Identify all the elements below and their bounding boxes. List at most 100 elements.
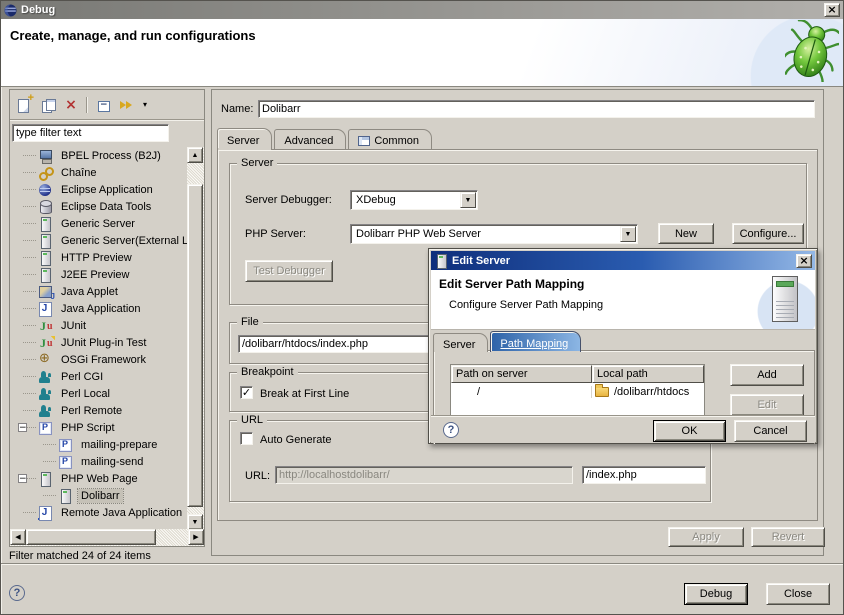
tree-item-perl-cgi[interactable]: Perl CGI bbox=[11, 368, 187, 385]
tree-item-j2ee-preview[interactable]: J2EE Preview bbox=[11, 266, 187, 283]
name-input[interactable] bbox=[258, 100, 815, 118]
new-server-button[interactable]: New bbox=[658, 223, 714, 244]
dialog-tab-path-mapping[interactable]: Path Mapping bbox=[490, 331, 581, 352]
cancel-button[interactable]: Cancel bbox=[734, 420, 807, 442]
edit-server-titlebar[interactable]: Edit Server × bbox=[431, 251, 815, 270]
server-icon bbox=[38, 217, 55, 231]
scroll-left-icon[interactable]: ◀ bbox=[10, 529, 26, 545]
dropdown-arrow-icon[interactable]: ▼ bbox=[460, 192, 476, 208]
tree-item-label: Generic Server(External La bbox=[58, 234, 187, 248]
break-first-line-label: Break at First Line bbox=[260, 388, 349, 400]
tree-item-php-web-page[interactable]: − PHP Web Page bbox=[11, 470, 187, 487]
vertical-scroll-thumb[interactable] bbox=[187, 184, 203, 507]
server-icon bbox=[38, 251, 55, 265]
filter-input[interactable] bbox=[12, 124, 169, 142]
break-first-line-checkbox[interactable]: ✓ bbox=[240, 386, 253, 399]
dialog-close-button[interactable]: × bbox=[796, 254, 812, 268]
new-configuration-icon[interactable] bbox=[16, 97, 32, 113]
dialog-help-icon[interactable]: ? bbox=[443, 422, 459, 438]
column-local-path[interactable]: Local path bbox=[592, 365, 704, 383]
tree-item-bpel-process[interactable]: BPEL Process (B2J) bbox=[11, 147, 187, 164]
perl-camel-icon bbox=[38, 370, 55, 384]
scroll-up-icon[interactable]: ▲ bbox=[187, 147, 203, 163]
edit-mapping-button[interactable]: Edit bbox=[730, 394, 804, 416]
dropdown-arrow-icon[interactable]: ▼ bbox=[620, 226, 636, 242]
scroll-down-icon[interactable]: ▼ bbox=[187, 514, 203, 530]
tree-item-junit[interactable]: JUnit bbox=[11, 317, 187, 334]
dialog-tab-path-mapping-label: Path Mapping bbox=[500, 338, 568, 350]
tab-server-label: Server bbox=[227, 135, 259, 147]
tree-item-mailing-send[interactable]: mailing-send bbox=[11, 453, 187, 470]
eclipse-logo-icon bbox=[4, 4, 17, 17]
apply-button[interactable]: Apply bbox=[668, 527, 744, 547]
tree-item-label: Dolibarr bbox=[78, 489, 123, 503]
add-mapping-button[interactable]: Add bbox=[730, 364, 804, 386]
tree-item-chaine[interactable]: Chaîne bbox=[11, 164, 187, 181]
window-titlebar[interactable]: Debug × bbox=[1, 1, 843, 19]
duplicate-configuration-icon[interactable] bbox=[40, 97, 56, 113]
table-row[interactable]: / /dolibarr/htdocs bbox=[451, 383, 704, 401]
perl-camel-icon bbox=[38, 404, 55, 418]
tree-item-generic-server[interactable]: Generic Server bbox=[11, 215, 187, 232]
revert-button[interactable]: Revert bbox=[751, 527, 825, 547]
edit-server-dialog: Edit Server × Edit Server Path Mapping C… bbox=[428, 248, 818, 444]
tree-item-php-script[interactable]: − PHP Script bbox=[11, 419, 187, 436]
server-debugger-select[interactable]: XDebug ▼ bbox=[350, 190, 478, 210]
tab-advanced-label: Advanced bbox=[284, 135, 333, 147]
php-web-server-icon bbox=[58, 489, 75, 503]
horizontal-scroll-thumb[interactable] bbox=[26, 529, 156, 545]
dialog-tab-server[interactable]: Server bbox=[433, 333, 488, 352]
tree-item-eclipse-data-tools[interactable]: Eclipse Data Tools bbox=[11, 198, 187, 215]
delete-configuration-icon[interactable]: × bbox=[64, 97, 78, 113]
filter-launch-configurations-icon[interactable] bbox=[119, 97, 135, 113]
tree-item-perl-remote[interactable]: Perl Remote bbox=[11, 402, 187, 419]
toolbar-separator bbox=[86, 97, 87, 113]
scroll-right-icon[interactable]: ▶ bbox=[188, 529, 204, 545]
tree-horizontal-scrollbar[interactable]: ◀ ▶ bbox=[10, 529, 204, 546]
tab-common[interactable]: Common bbox=[348, 129, 432, 149]
tree-item-java-application[interactable]: Java Application bbox=[11, 300, 187, 317]
tree-item-osgi-framework[interactable]: OSGi Framework bbox=[11, 351, 187, 368]
file-group-title: File bbox=[237, 316, 263, 328]
tree-item-dolibarr[interactable]: Dolibarr bbox=[11, 487, 187, 504]
server-debugger-value: XDebug bbox=[356, 194, 396, 206]
tree-item-label: BPEL Process (B2J) bbox=[58, 149, 164, 163]
tree-vertical-scrollbar[interactable]: ▲ ▼ bbox=[187, 147, 204, 530]
tab-advanced[interactable]: Advanced bbox=[274, 129, 346, 149]
check-icon: ✓ bbox=[242, 386, 251, 399]
tree-item-java-applet[interactable]: Java Applet bbox=[11, 283, 187, 300]
tab-server[interactable]: Server bbox=[217, 128, 272, 149]
tree-item-label: Java Applet bbox=[58, 285, 121, 299]
tree-item-label: Remote Java Application bbox=[58, 506, 185, 520]
filter-status-text: Filter matched 24 of 24 items bbox=[9, 550, 151, 562]
tree-item-eclipse-application[interactable]: Eclipse Application bbox=[11, 181, 187, 198]
local-path-cell: /dolibarr/htdocs bbox=[592, 386, 704, 398]
tree-item-label: JUnit bbox=[58, 319, 89, 333]
tree-item-mailing-prepare[interactable]: mailing-prepare bbox=[11, 436, 187, 453]
configure-server-button[interactable]: Configure... bbox=[732, 223, 804, 244]
column-path-on-server[interactable]: Path on server bbox=[451, 365, 592, 383]
close-button[interactable]: Close bbox=[766, 583, 830, 605]
auto-generate-checkbox[interactable] bbox=[240, 432, 253, 445]
php-server-select[interactable]: Dolibarr PHP Web Server ▼ bbox=[350, 224, 638, 244]
tree-item-generic-server-external[interactable]: Generic Server(External La bbox=[11, 232, 187, 249]
collapse-expander-icon[interactable]: − bbox=[18, 474, 27, 483]
tree-item-label: Eclipse Data Tools bbox=[58, 200, 154, 214]
collapse-all-icon[interactable] bbox=[95, 97, 111, 113]
ok-button[interactable]: OK bbox=[653, 420, 726, 442]
database-icon bbox=[38, 200, 55, 214]
debug-button[interactable]: Debug bbox=[684, 583, 748, 605]
help-icon[interactable]: ? bbox=[9, 585, 25, 601]
window-close-button[interactable]: × bbox=[824, 3, 840, 17]
url-path-input[interactable] bbox=[582, 466, 706, 484]
test-debugger-button[interactable]: Test Debugger bbox=[245, 260, 333, 282]
collapse-expander-icon[interactable]: − bbox=[18, 423, 27, 432]
tree-item-perl-local[interactable]: Perl Local bbox=[11, 385, 187, 402]
php-server-value: Dolibarr PHP Web Server bbox=[356, 228, 481, 240]
tree-item-label: Eclipse Application bbox=[58, 183, 156, 197]
tree-item-http-preview[interactable]: HTTP Preview bbox=[11, 249, 187, 266]
toolbar-menu-caret-icon[interactable]: ▾ bbox=[143, 100, 147, 109]
server-tower-image bbox=[772, 276, 798, 322]
tree-item-junit-plugin-test[interactable]: JUnit Plug-in Test bbox=[11, 334, 187, 351]
tree-item-remote-java-application[interactable]: Remote Java Application bbox=[11, 504, 187, 521]
